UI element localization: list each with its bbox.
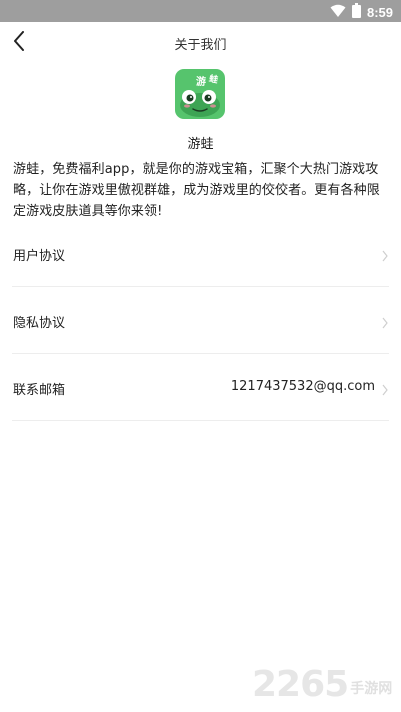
watermark-number: 2265 [252,664,349,705]
app-name: 游蛙 [187,137,214,152]
chevron-right-icon [381,247,389,262]
privacy-policy-row[interactable]: 隐私协议 [12,287,389,354]
battery-icon [351,3,361,22]
menu-label: 用户协议 [13,249,66,264]
contact-email-row[interactable]: 联系邮箱 1217437532@qq.com [12,354,389,421]
status-bar: 8:59 [0,0,401,22]
chevron-right-icon [381,381,389,396]
chevron-right-icon [381,314,389,329]
watermark: 2265 手游网 [252,665,392,705]
menu-label: 隐私协议 [13,316,66,331]
nav-bar: 关于我们 [0,22,401,64]
page-title: 关于我们 [174,38,227,53]
watermark-text: 手游网 [350,681,393,697]
status-time: 8:59 [366,4,393,20]
contact-email-value: 1217437532@qq.com [230,379,375,394]
user-agreement-row[interactable]: 用户协议 [12,220,389,287]
menu-list: 用户协议 隐私协议 联系邮箱 1217437532@qq.com [12,220,389,421]
wifi-icon [330,3,346,22]
svg-text:游: 游 [196,75,206,88]
app-description: 游蛙，免费福利app，就是你的游戏宝箱，汇聚个大热门游戏攻略，让你在游戏里傲视群… [13,162,380,219]
app-logo-icon: 游 蛙 [175,69,225,119]
menu-label: 联系邮箱 [13,383,66,398]
status-icons: 8:59 [330,3,393,22]
